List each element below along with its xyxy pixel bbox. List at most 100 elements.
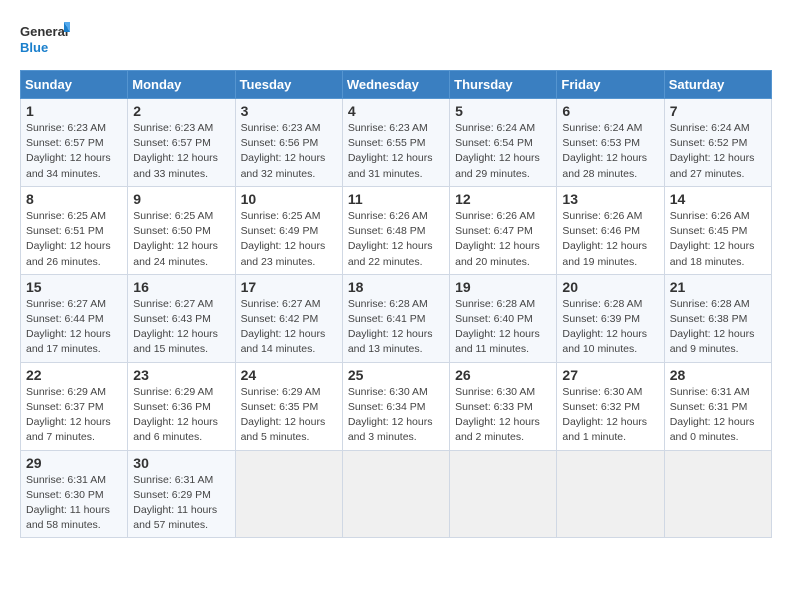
day-number: 6 — [562, 103, 658, 119]
day-number: 16 — [133, 279, 229, 295]
calendar-day: 30 Sunrise: 6:31 AMSunset: 6:29 PMDayligh… — [128, 450, 235, 538]
day-number: 7 — [670, 103, 766, 119]
calendar-day — [664, 450, 771, 538]
day-info: Sunrise: 6:25 AMSunset: 6:50 PMDaylight:… — [133, 209, 229, 270]
day-info: Sunrise: 6:28 AMSunset: 6:39 PMDaylight:… — [562, 297, 658, 358]
day-info: Sunrise: 6:25 AMSunset: 6:51 PMDaylight:… — [26, 209, 122, 270]
day-info: Sunrise: 6:23 AMSunset: 6:56 PMDaylight:… — [241, 121, 337, 182]
calendar-day: 15Sunrise: 6:27 AMSunset: 6:44 PMDayligh… — [21, 274, 128, 362]
calendar-day: 3 Sunrise: 6:23 AMSunset: 6:56 PMDaylight… — [235, 99, 342, 187]
day-number: 28 — [670, 367, 766, 383]
calendar-day: 28 Sunrise: 6:31 AMSunset: 6:31 PMDayligh… — [664, 362, 771, 450]
day-number: 20 — [562, 279, 658, 295]
calendar-day: 10 Sunrise: 6:25 AMSunset: 6:49 PMDayligh… — [235, 186, 342, 274]
day-number: 3 — [241, 103, 337, 119]
weekday-header-wednesday: Wednesday — [342, 71, 449, 99]
day-info: Sunrise: 6:28 AMSunset: 6:41 PMDaylight:… — [348, 297, 444, 358]
day-number: 8 — [26, 191, 122, 207]
day-number: 19 — [455, 279, 551, 295]
day-number: 2 — [133, 103, 229, 119]
calendar-table: SundayMondayTuesdayWednesdayThursdayFrid… — [20, 70, 772, 538]
calendar-day: 9 Sunrise: 6:25 AMSunset: 6:50 PMDaylight… — [128, 186, 235, 274]
calendar-day: 6Sunrise: 6:24 AMSunset: 6:53 PMDaylight… — [557, 99, 664, 187]
day-number: 18 — [348, 279, 444, 295]
calendar-day: 20 Sunrise: 6:28 AMSunset: 6:39 PMDayligh… — [557, 274, 664, 362]
calendar-day: 7 Sunrise: 6:24 AMSunset: 6:52 PMDaylight… — [664, 99, 771, 187]
calendar-day: 13 Sunrise: 6:26 AMSunset: 6:46 PMDayligh… — [557, 186, 664, 274]
calendar-day: 19Sunrise: 6:28 AMSunset: 6:40 PMDayligh… — [450, 274, 557, 362]
day-info: Sunrise: 6:28 AMSunset: 6:38 PMDaylight:… — [670, 297, 766, 358]
calendar-day: 16 Sunrise: 6:27 AMSunset: 6:43 PMDayligh… — [128, 274, 235, 362]
day-number: 25 — [348, 367, 444, 383]
day-info: Sunrise: 6:29 AMSunset: 6:37 PMDaylight:… — [26, 385, 122, 446]
weekday-header-saturday: Saturday — [664, 71, 771, 99]
day-info: Sunrise: 6:23 AMSunset: 6:55 PMDaylight:… — [348, 121, 444, 182]
day-info: Sunrise: 6:24 AMSunset: 6:52 PMDaylight:… — [670, 121, 766, 182]
day-number: 1 — [26, 103, 122, 119]
day-info: Sunrise: 6:27 AMSunset: 6:43 PMDaylight:… — [133, 297, 229, 358]
logo-svg: General Blue — [20, 20, 70, 60]
day-info: Sunrise: 6:29 AMSunset: 6:36 PMDaylight:… — [133, 385, 229, 446]
calendar-day: 1 Sunrise: 6:23 AMSunset: 6:57 PMDaylight… — [21, 99, 128, 187]
day-info: Sunrise: 6:23 AMSunset: 6:57 PMDaylight:… — [26, 121, 122, 182]
calendar-week-2: 8 Sunrise: 6:25 AMSunset: 6:51 PMDaylight… — [21, 186, 772, 274]
day-number: 13 — [562, 191, 658, 207]
calendar-day: 2Sunrise: 6:23 AMSunset: 6:57 PMDaylight… — [128, 99, 235, 187]
day-number: 29 — [26, 455, 122, 471]
calendar-day — [235, 450, 342, 538]
calendar-day: 25Sunrise: 6:30 AMSunset: 6:34 PMDayligh… — [342, 362, 449, 450]
calendar-day: 23 Sunrise: 6:29 AMSunset: 6:36 PMDayligh… — [128, 362, 235, 450]
weekday-header-sunday: Sunday — [21, 71, 128, 99]
day-number: 30 — [133, 455, 229, 471]
day-number: 4 — [348, 103, 444, 119]
weekday-header-tuesday: Tuesday — [235, 71, 342, 99]
day-number: 17 — [241, 279, 337, 295]
calendar-day: 5 Sunrise: 6:24 AMSunset: 6:54 PMDaylight… — [450, 99, 557, 187]
day-info: Sunrise: 6:31 AMSunset: 6:29 PMDaylight:… — [133, 473, 229, 534]
calendar-day: 27Sunrise: 6:30 AMSunset: 6:32 PMDayligh… — [557, 362, 664, 450]
day-number: 12 — [455, 191, 551, 207]
svg-text:Blue: Blue — [20, 40, 48, 55]
day-info: Sunrise: 6:27 AMSunset: 6:44 PMDaylight:… — [26, 297, 122, 358]
calendar-day — [450, 450, 557, 538]
calendar-day: 11 Sunrise: 6:26 AMSunset: 6:48 PMDayligh… — [342, 186, 449, 274]
day-info: Sunrise: 6:26 AMSunset: 6:47 PMDaylight:… — [455, 209, 551, 270]
day-number: 9 — [133, 191, 229, 207]
day-number: 21 — [670, 279, 766, 295]
calendar-week-1: 1 Sunrise: 6:23 AMSunset: 6:57 PMDaylight… — [21, 99, 772, 187]
day-number: 11 — [348, 191, 444, 207]
day-number: 10 — [241, 191, 337, 207]
day-number: 5 — [455, 103, 551, 119]
day-info: Sunrise: 6:24 AMSunset: 6:54 PMDaylight:… — [455, 121, 551, 182]
logo: General Blue — [20, 20, 70, 60]
calendar-day: 22Sunrise: 6:29 AMSunset: 6:37 PMDayligh… — [21, 362, 128, 450]
day-info: Sunrise: 6:26 AMSunset: 6:48 PMDaylight:… — [348, 209, 444, 270]
calendar-day — [557, 450, 664, 538]
calendar-day: 4 Sunrise: 6:23 AMSunset: 6:55 PMDaylight… — [342, 99, 449, 187]
day-info: Sunrise: 6:25 AMSunset: 6:49 PMDaylight:… — [241, 209, 337, 270]
calendar-day: 24 Sunrise: 6:29 AMSunset: 6:35 PMDayligh… — [235, 362, 342, 450]
day-info: Sunrise: 6:30 AMSunset: 6:33 PMDaylight:… — [455, 385, 551, 446]
day-info: Sunrise: 6:31 AMSunset: 6:31 PMDaylight:… — [670, 385, 766, 446]
weekday-header-friday: Friday — [557, 71, 664, 99]
calendar-day: 8 Sunrise: 6:25 AMSunset: 6:51 PMDaylight… — [21, 186, 128, 274]
day-number: 26 — [455, 367, 551, 383]
calendar-day: 18 Sunrise: 6:28 AMSunset: 6:41 PMDayligh… — [342, 274, 449, 362]
day-info: Sunrise: 6:29 AMSunset: 6:35 PMDaylight:… — [241, 385, 337, 446]
day-info: Sunrise: 6:30 AMSunset: 6:32 PMDaylight:… — [562, 385, 658, 446]
day-info: Sunrise: 6:26 AMSunset: 6:46 PMDaylight:… — [562, 209, 658, 270]
day-number: 23 — [133, 367, 229, 383]
page-header: General Blue — [20, 20, 772, 60]
calendar-week-5: 29Sunrise: 6:31 AMSunset: 6:30 PMDayligh… — [21, 450, 772, 538]
calendar-day: 26 Sunrise: 6:30 AMSunset: 6:33 PMDayligh… — [450, 362, 557, 450]
calendar-day: 12 Sunrise: 6:26 AMSunset: 6:47 PMDayligh… — [450, 186, 557, 274]
calendar-week-3: 15Sunrise: 6:27 AMSunset: 6:44 PMDayligh… — [21, 274, 772, 362]
calendar-day: 21 Sunrise: 6:28 AMSunset: 6:38 PMDayligh… — [664, 274, 771, 362]
weekday-header-thursday: Thursday — [450, 71, 557, 99]
calendar-day: 29Sunrise: 6:31 AMSunset: 6:30 PMDayligh… — [21, 450, 128, 538]
calendar-day: 17Sunrise: 6:27 AMSunset: 6:42 PMDayligh… — [235, 274, 342, 362]
weekday-header-monday: Monday — [128, 71, 235, 99]
day-number: 14 — [670, 191, 766, 207]
day-number: 24 — [241, 367, 337, 383]
calendar-day — [342, 450, 449, 538]
